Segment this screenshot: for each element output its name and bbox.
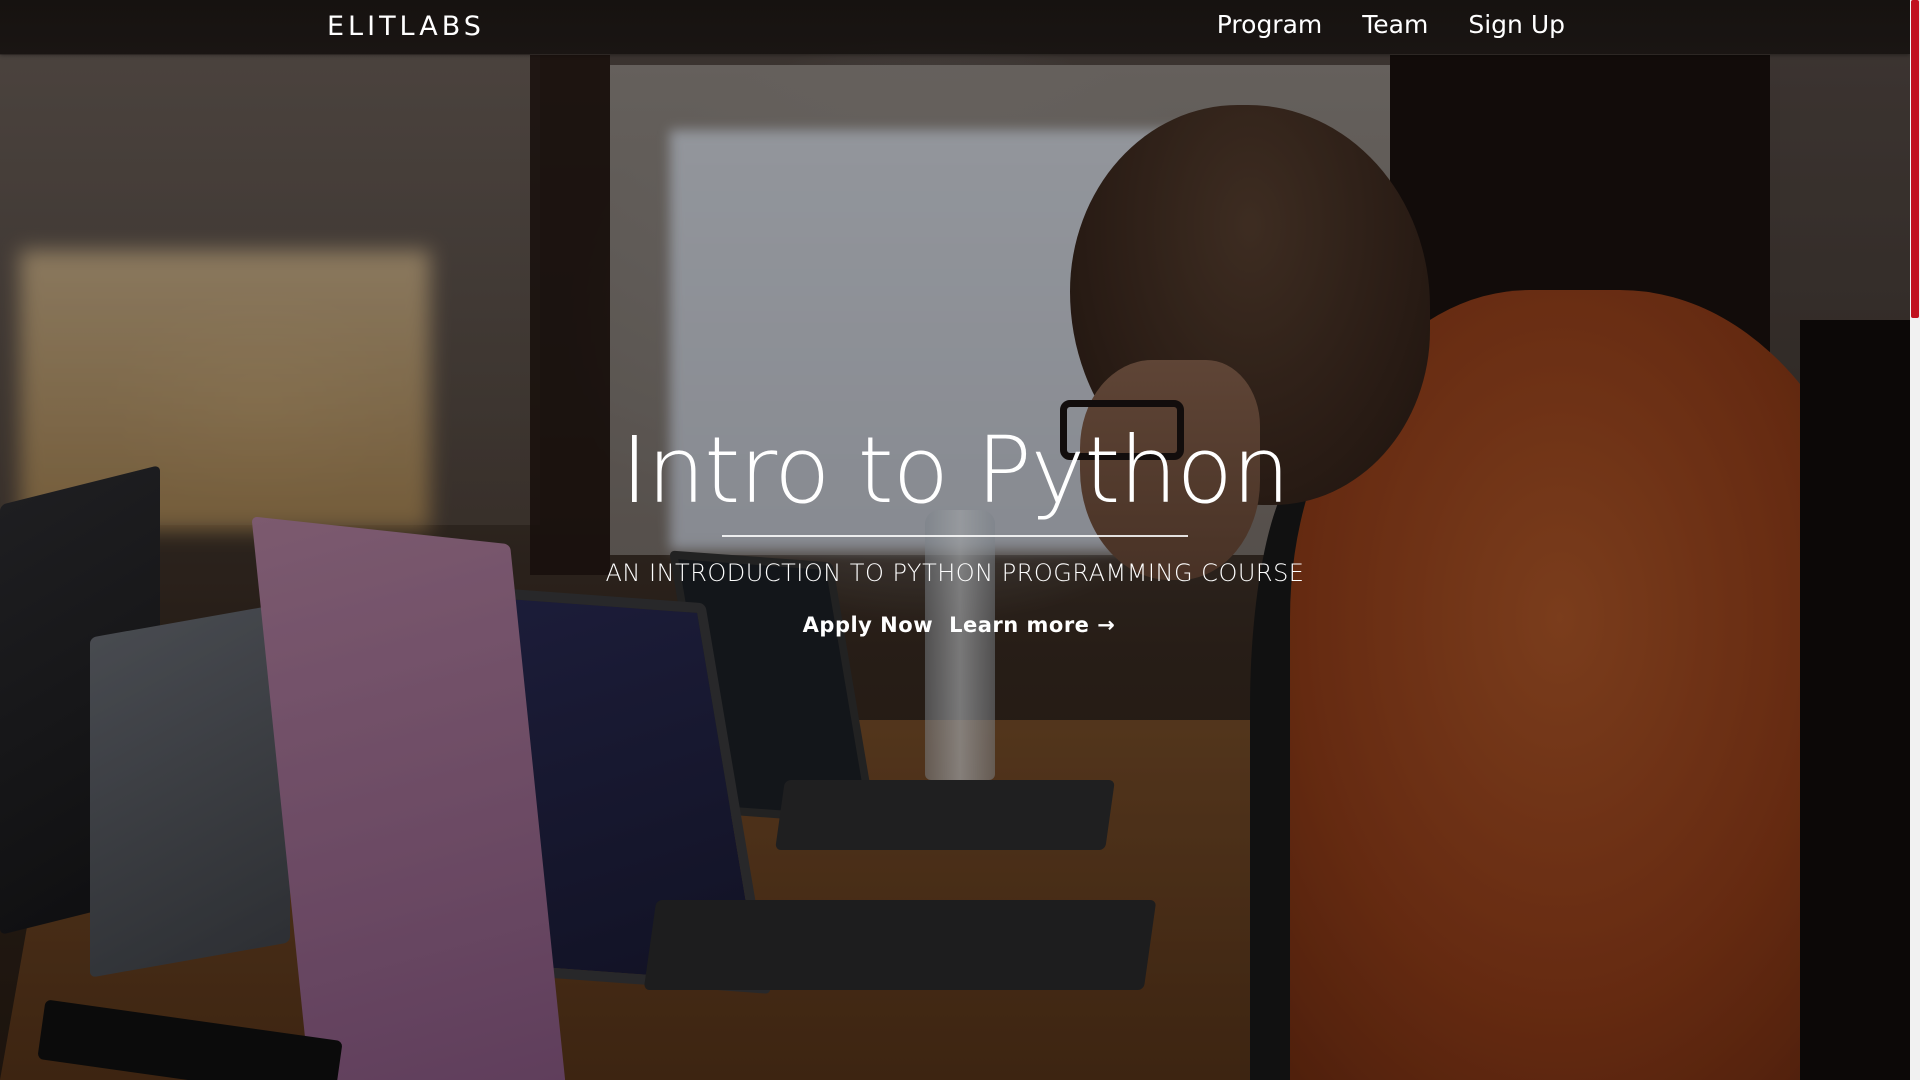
hero-actions: Apply Now Learn more →	[0, 613, 1910, 637]
brand-logo[interactable]: ELITLABS	[327, 11, 485, 42]
nav-link-program[interactable]: Program	[1217, 10, 1322, 39]
hero-divider	[722, 535, 1188, 538]
hero-title: Intro to Python	[620, 417, 1290, 524]
page: ELITLABS Program Team Sign Up Intro to P…	[0, 0, 1920, 1080]
learn-more-button[interactable]: Learn more →	[949, 613, 1115, 637]
scrollbar-thumb[interactable]	[1911, 0, 1919, 318]
nav-links: Program Team Sign Up	[1217, 10, 1565, 39]
apply-now-button[interactable]: Apply Now	[803, 613, 933, 637]
top-navbar: ELITLABS Program Team Sign Up	[0, 0, 1910, 54]
hero-subtitle: AN INTRODUCTION TO PYTHON PROGRAMMING CO…	[605, 559, 1305, 588]
page-scrollbar[interactable]	[1910, 0, 1920, 1080]
nav-link-team[interactable]: Team	[1362, 10, 1428, 39]
nav-link-sign-up[interactable]: Sign Up	[1468, 10, 1565, 39]
hero-section: Intro to Python AN INTRODUCTION TO PYTHO…	[0, 420, 1910, 637]
